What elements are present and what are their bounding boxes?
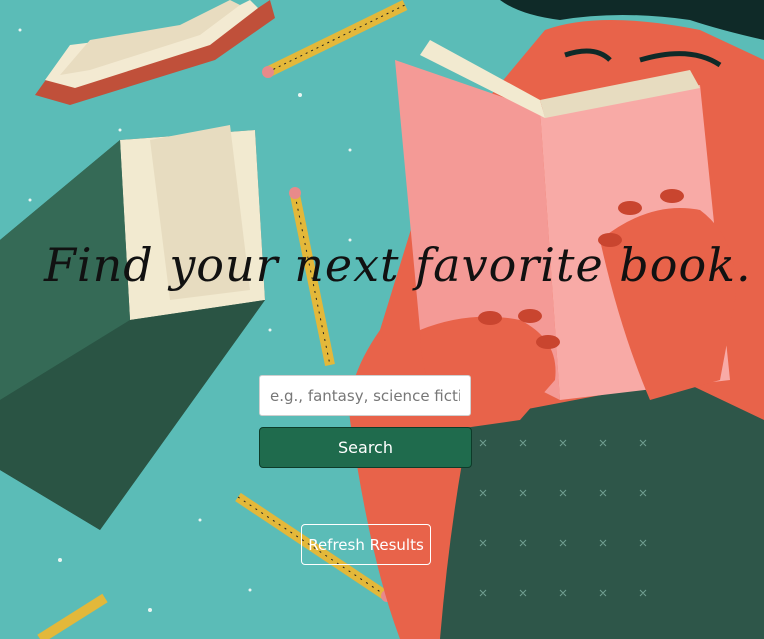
hero-headline: Find your next favorite book.	[44, 238, 752, 292]
search-button[interactable]: Search	[259, 427, 472, 468]
page-stage: Find your next favorite book. Search Ref…	[0, 0, 764, 639]
genre-search-input[interactable]	[259, 375, 471, 416]
refresh-results-button[interactable]: Refresh Results	[301, 524, 431, 565]
